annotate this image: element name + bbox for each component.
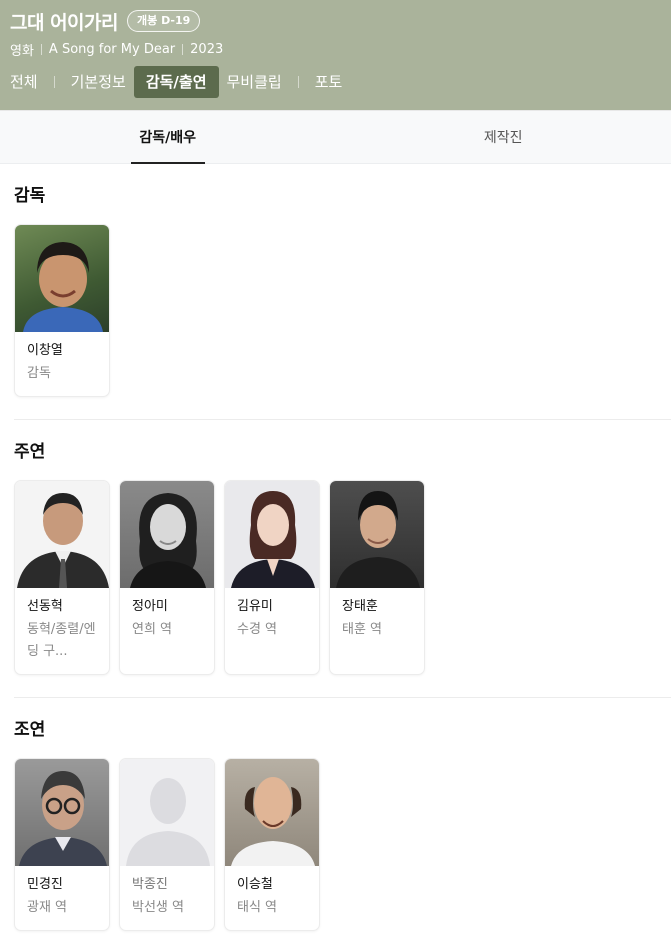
tab-basic-info[interactable]: 기본정보 xyxy=(63,66,134,98)
person-card[interactable]: 이창열 감독 xyxy=(14,224,110,397)
person-name: 장태훈 xyxy=(342,599,378,614)
person-role: 태훈 역 xyxy=(342,622,383,637)
meta-separator xyxy=(40,43,42,55)
tab-separator xyxy=(297,76,299,88)
section-title-director: 감독 xyxy=(14,186,46,206)
person-role: 동혁/종렬/엔딩 구... xyxy=(27,622,96,659)
person-photo xyxy=(120,481,214,588)
person-role: 박선생 역 xyxy=(132,900,184,915)
movie-meta: 영화 A Song for My Dear 2023 xyxy=(10,40,661,59)
person-photo xyxy=(15,225,109,332)
person-role: 감독 xyxy=(27,366,51,381)
movie-title: 그대 어이가리 xyxy=(10,11,119,34)
movie-header: 그대 어이가리 개봉 D-19 영화 A Song for My Dear 20… xyxy=(0,0,671,110)
director-section: 감독 이창열 감독 xyxy=(0,164,671,397)
tab-all[interactable]: 전체 xyxy=(10,66,46,98)
person-name: 선동혁 xyxy=(27,599,63,614)
tab-director-cast[interactable]: 감독/출연 xyxy=(133,66,219,98)
meta-separator xyxy=(182,43,184,55)
tab-photo[interactable]: 포토 xyxy=(307,66,351,98)
supporting-cast-section: 조연 민경진 광재 역 박종진 박선생 역 이승철 태식 역 xyxy=(0,698,671,931)
person-photo xyxy=(225,481,319,588)
meta-year: 2023 xyxy=(190,41,224,57)
person-card[interactable]: 이승철 태식 역 xyxy=(224,758,320,931)
person-role: 수경 역 xyxy=(237,622,278,637)
section-title-supporting: 조연 xyxy=(14,720,46,740)
person-name: 이승철 xyxy=(237,877,273,892)
person-name: 정아미 xyxy=(132,599,168,614)
person-photo xyxy=(15,481,109,588)
release-badge: 개봉 D-19 xyxy=(127,10,201,32)
person-role: 광재 역 xyxy=(27,900,68,915)
sub-tabs: 감독/배우 제작진 xyxy=(0,110,671,164)
tab-movie-clip[interactable]: 무비클립 xyxy=(219,66,290,98)
person-photo xyxy=(15,759,109,866)
person-name: 박종진 xyxy=(132,877,168,892)
person-card[interactable]: 박종진 박선생 역 xyxy=(119,758,215,931)
person-photo xyxy=(330,481,424,588)
meta-genre: 영화 xyxy=(10,43,34,59)
placeholder-avatar-icon xyxy=(120,759,214,866)
person-name: 이창열 xyxy=(27,343,63,358)
person-role: 태식 역 xyxy=(237,900,278,915)
person-name: 민경진 xyxy=(27,877,63,892)
main-tabs: 전체 기본정보 감독/출연 무비클립 포토 xyxy=(10,66,661,98)
subtab-director-actors[interactable]: 감독/배우 xyxy=(0,111,336,163)
tab-separator xyxy=(53,76,55,88)
person-card[interactable]: 민경진 광재 역 xyxy=(14,758,110,931)
person-card[interactable]: 선동혁 동혁/종렬/엔딩 구... xyxy=(14,480,110,675)
section-title-main: 주연 xyxy=(14,442,46,462)
person-card[interactable]: 장태훈 태훈 역 xyxy=(329,480,425,675)
subtab-production-staff[interactable]: 제작진 xyxy=(336,111,671,163)
meta-english-title: A Song for My Dear xyxy=(48,41,176,57)
person-role: 연희 역 xyxy=(132,622,173,637)
person-name: 김유미 xyxy=(237,599,273,614)
main-cast-section: 주연 선동혁 동혁/종렬/엔딩 구... 정아미 연희 역 김유미 수경 역 장… xyxy=(0,420,671,675)
person-photo xyxy=(225,759,319,866)
person-card[interactable]: 정아미 연희 역 xyxy=(119,480,215,675)
person-card[interactable]: 김유미 수경 역 xyxy=(224,480,320,675)
